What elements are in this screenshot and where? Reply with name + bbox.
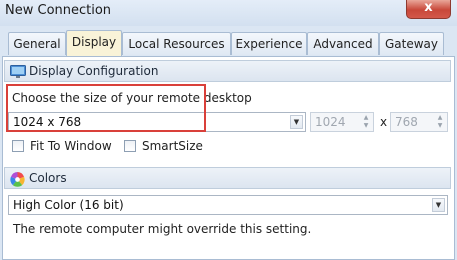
colors-header: Colors [4,167,451,189]
chevron-down-icon: ▼ [290,115,303,129]
display-configuration-header: Display Configuration [4,60,451,82]
title-bar: New Connection x [0,0,457,26]
tab-local-resources[interactable]: Local Resources [122,32,231,55]
color-wheel-icon [10,172,25,190]
colors-title: Colors [29,171,67,185]
spinner-arrows-icon: ▲ ▼ [437,114,443,129]
color-depth-dropdown[interactable]: High Color (16 bit) ▼ [8,195,448,215]
fit-to-window-label: Fit To Window [30,139,112,153]
fit-to-window-checkbox[interactable] [12,140,24,152]
tab-advanced[interactable]: Advanced [307,32,379,55]
smartsize-checkbox[interactable] [124,140,136,152]
height-spinner: 768 ▲ ▼ [390,112,448,132]
smartsize-label: SmartSize [142,139,203,153]
display-configuration-title: Display Configuration [29,64,159,78]
tab-gateway[interactable]: Gateway [379,32,444,55]
close-icon: x [424,0,433,15]
height-value: 768 [395,115,418,129]
spinner-arrows-icon: ▲ ▼ [363,114,369,129]
dimension-separator: x [380,115,388,129]
tab-strip: General Display Local Resources Experien… [0,30,457,56]
tab-experience[interactable]: Experience [231,32,307,55]
monitor-icon [10,65,26,82]
width-value: 1024 [315,115,346,129]
color-depth-value: High Color (16 bit) [13,198,124,212]
width-spinner: 1024 ▲ ▼ [310,112,374,132]
colors-note: The remote computer might override this … [13,222,312,236]
close-button[interactable]: x [406,0,451,19]
tab-general[interactable]: General [8,32,66,55]
annotation-highlight-box [6,84,206,132]
chevron-down-icon: ▼ [432,198,445,212]
window-title: New Connection [5,3,112,18]
tab-display[interactable]: Display [66,30,122,56]
